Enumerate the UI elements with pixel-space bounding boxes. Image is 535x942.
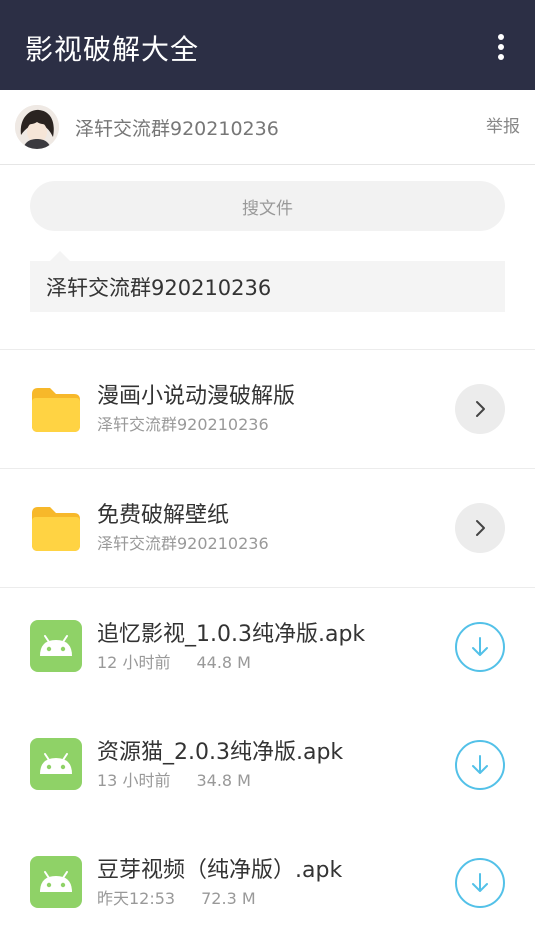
- download-button[interactable]: [455, 622, 505, 672]
- file-meta: 昨天12:53 72.3 M: [97, 885, 256, 909]
- owner-name: 泽轩交流群920210236: [75, 118, 279, 140]
- file-size: 44.8 M: [196, 653, 251, 672]
- file-row[interactable]: 豆芽视频（纯净版）.apk 昨天12:53 72.3 M: [0, 824, 535, 942]
- file-meta: 12 小时前 44.8 M: [97, 649, 251, 673]
- file-size: 34.8 M: [196, 771, 251, 790]
- owner-header: 泽轩交流群920210236 举报: [0, 90, 535, 165]
- folder-subtitle: 泽轩交流群920210236: [97, 534, 269, 553]
- folder-name: 免费破解壁纸: [97, 503, 230, 528]
- file-time: 昨天12:53: [97, 889, 176, 908]
- app-bar: 影视破解大全: [0, 0, 535, 90]
- folder-subtitle: 泽轩交流群920210236: [97, 415, 269, 434]
- file-name: 豆芽视频（纯净版）.apk: [97, 858, 343, 883]
- folder-row[interactable]: 免费破解壁纸 泽轩交流群920210236: [0, 469, 535, 588]
- share-note: 泽轩交流群920210236: [30, 251, 505, 312]
- more-vert-icon[interactable]: [489, 34, 513, 60]
- android-apk-icon: [30, 620, 82, 672]
- file-name: 追忆影视_1.0.3纯净版.apk: [97, 622, 366, 647]
- search-section: 搜文件 泽轩交流群920210236: [0, 165, 535, 350]
- download-button[interactable]: [455, 740, 505, 790]
- chevron-right-icon: [476, 401, 485, 417]
- file-size: 72.3 M: [201, 889, 256, 908]
- file-time: 12 小时前: [97, 653, 171, 672]
- chevron-right-icon: [476, 520, 485, 536]
- file-name: 资源猫_2.0.3纯净版.apk: [97, 740, 344, 765]
- app-title: 影视破解大全: [25, 33, 200, 66]
- search-button[interactable]: 搜文件: [30, 181, 505, 231]
- avatar[interactable]: [15, 105, 59, 149]
- file-row[interactable]: 追忆影视_1.0.3纯净版.apk 12 小时前 44.8 M: [0, 588, 535, 706]
- open-folder-button[interactable]: [455, 503, 505, 553]
- download-icon: [472, 755, 488, 774]
- download-icon: [472, 873, 488, 892]
- file-time: 13 小时前: [97, 771, 171, 790]
- file-meta: 13 小时前 34.8 M: [97, 767, 251, 791]
- folder-name: 漫画小说动漫破解版: [97, 384, 296, 409]
- android-apk-icon: [30, 738, 82, 790]
- report-link[interactable]: 举报: [486, 112, 520, 137]
- download-button[interactable]: [455, 858, 505, 908]
- android-apk-icon: [30, 856, 82, 908]
- file-row[interactable]: 资源猫_2.0.3纯净版.apk 13 小时前 34.8 M: [0, 706, 535, 824]
- folder-row[interactable]: 漫画小说动漫破解版 泽轩交流群920210236: [0, 350, 535, 469]
- download-icon: [472, 637, 488, 656]
- open-folder-button[interactable]: [455, 384, 505, 434]
- folder-icon: [32, 388, 80, 432]
- folder-icon: [32, 507, 80, 551]
